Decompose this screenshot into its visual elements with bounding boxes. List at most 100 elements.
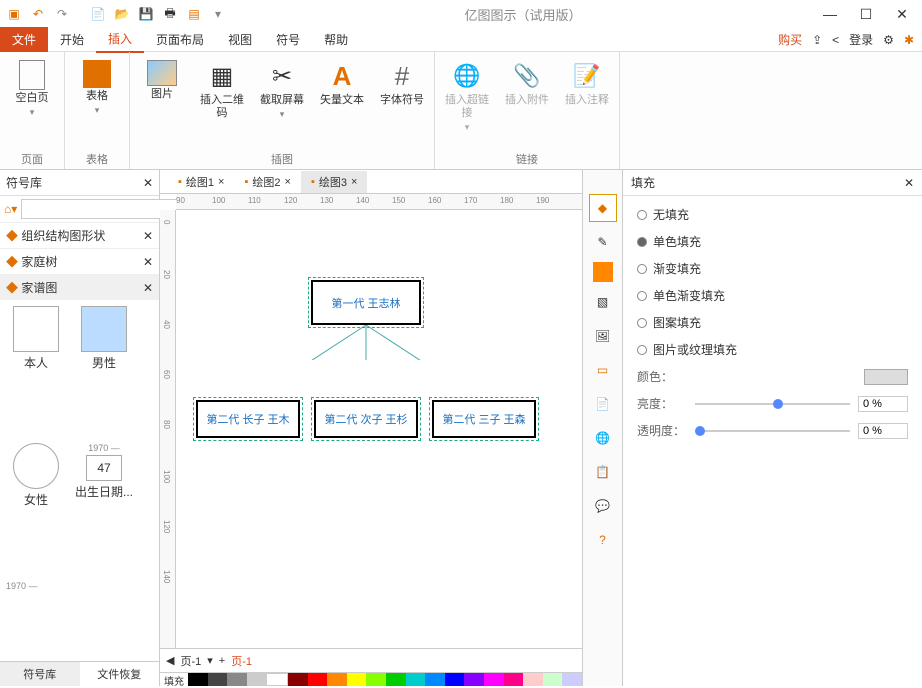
opacity-slider[interactable] [695,430,850,432]
char-button[interactable]: #字体符号 [378,60,426,107]
shape-female[interactable]: 女性 [6,443,66,572]
screenshot-button[interactable]: ✂截取屏幕▾ [258,60,306,120]
close-icon[interactable]: × [351,176,357,188]
hyperlink-button[interactable]: 🌐插入超链接▾ [443,60,491,133]
fill-panel-icon[interactable]: ◆ [589,194,617,222]
comment-panel-icon[interactable]: 💬 [589,492,617,520]
undo-icon[interactable]: ↶ [28,4,48,24]
tab-symbol[interactable]: 符号 [264,27,312,52]
node-c1[interactable]: 第二代 长子 王木 [196,400,300,438]
note-button[interactable]: 📝插入注释 [563,60,611,107]
attach-button[interactable]: 📎插入附件 [503,60,551,107]
fill-texture[interactable]: 图片或纹理填充 [637,341,908,358]
link-icon: 🌐 [451,60,483,92]
brightness-input[interactable] [858,396,908,412]
share-icon[interactable]: ⇪ [812,33,822,47]
prop-title: 填充 [631,174,655,191]
line-panel-icon[interactable]: ✎ [589,228,617,256]
fill-gradient[interactable]: 渐变填充 [637,260,908,277]
doc-tab-2[interactable]: ▪绘图2 × [234,171,300,193]
maximize-button[interactable]: ☐ [854,4,878,24]
qr-button[interactable]: ▦插入二维码 [198,60,246,120]
doc-panel-icon[interactable]: 📋 [589,458,617,486]
attach-icon: 📎 [511,60,543,92]
tab-layout[interactable]: 页面布局 [144,27,216,52]
page-prev-icon[interactable]: ◀ [166,654,174,667]
minimize-button[interactable]: — [818,4,842,24]
save-icon[interactable]: 💾 [136,4,156,24]
blank-page-button[interactable]: 空白页 ▾ [8,60,56,118]
share2-icon[interactable]: < [832,33,839,47]
shape-male[interactable]: 男性 [74,306,134,435]
text-icon: A [326,60,358,92]
export-icon[interactable]: ▤ [184,4,204,24]
ruler-vertical: 020406080100120140 [160,210,176,648]
vector-text-button[interactable]: A矢量文本 [318,60,366,107]
close-icon[interactable]: × [285,176,291,188]
close-button[interactable]: ✕ [890,4,914,24]
shape-self[interactable]: 本人 [6,306,66,435]
footer-recover[interactable]: 文件恢复 [80,662,160,686]
app-title: 亿图图示（试用版） [228,5,818,24]
image-panel-icon[interactable]: 🖼 [589,322,617,350]
color-bar[interactable]: 填充 [160,672,582,686]
text-panel-icon[interactable]: 📄 [589,390,617,418]
note-icon: 📝 [571,60,603,92]
color-panel-icon[interactable] [593,262,613,282]
help-panel-icon[interactable]: ? [589,526,617,554]
hash-icon: # [386,60,418,92]
page-label[interactable]: 页-1 [180,653,201,669]
color-picker[interactable] [864,369,908,385]
close-icon[interactable]: ✕ [904,176,914,190]
doc-tab-1[interactable]: ▪绘图1 × [168,171,234,193]
fill-pattern[interactable]: 图案填充 [637,314,908,331]
canvas[interactable]: 第一代 王志林 第二代 长子 王木 第二代 次子 王杉 第二代 三子 王森 [176,210,582,648]
fill-sgrad[interactable]: 单色渐变填充 [637,287,908,304]
layer-panel-icon[interactable]: ▭ [589,356,617,384]
login-link[interactable]: 登录 [849,31,873,48]
tab-help[interactable]: 帮助 [312,27,360,52]
gear-icon[interactable]: ⚙ [883,33,894,47]
page-next-icon[interactable]: ▾ [207,654,213,667]
tab-insert[interactable]: 插入 [96,26,144,53]
buy-link[interactable]: 购买 [778,31,802,48]
cat-family[interactable]: ◆ 家庭树✕ [0,248,159,274]
node-c2[interactable]: 第二代 次子 王杉 [314,400,418,438]
print-icon[interactable]: 🖶 [160,4,180,24]
footer-lib[interactable]: 符号库 [0,662,80,686]
blank-page-icon [19,60,45,90]
home-icon[interactable]: ⌂▾ [4,202,17,216]
redo-icon[interactable]: ↷ [52,4,72,24]
fill-none[interactable]: 无填充 [637,206,908,223]
symbol-lib-title: 符号库 [6,174,42,191]
logo-icon: ✱ [904,33,914,47]
page-current[interactable]: 页-1 [231,653,252,669]
tab-file[interactable]: 文件 [0,27,48,52]
ruler-horizontal: 90100110120130140150160170180190 [176,194,582,210]
table-icon [83,60,111,88]
crop-icon: ✂ [266,60,298,92]
tab-start[interactable]: 开始 [48,27,96,52]
node-c3[interactable]: 第二代 三子 王森 [432,400,536,438]
doc-tab-3[interactable]: ▪绘图3 × [301,171,367,193]
qr-icon: ▦ [206,60,238,92]
cat-org[interactable]: ◆ 组织结构图形状✕ [0,222,159,248]
add-page-icon[interactable]: + [219,655,225,667]
table-button[interactable]: 表格 ▾ [73,60,121,116]
more-icon[interactable]: ▾ [208,4,228,24]
cat-genealogy[interactable]: ◆ 家谱图✕ [0,274,159,300]
fill-solid[interactable]: 单色填充 [637,233,908,250]
globe-panel-icon[interactable]: 🌐 [589,424,617,452]
app-icon: ▣ [4,4,24,24]
open-icon[interactable]: 📂 [112,4,132,24]
shadow-panel-icon[interactable]: ▧ [589,288,617,316]
node-root[interactable]: 第一代 王志林 [311,280,421,325]
close-icon[interactable]: × [218,176,224,188]
close-icon[interactable]: ✕ [143,176,153,190]
new-icon[interactable]: 📄 [88,4,108,24]
opacity-input[interactable] [858,423,908,439]
brightness-slider[interactable] [695,403,850,405]
tab-view[interactable]: 视图 [216,27,264,52]
shape-birth[interactable]: 1970 — 47 出生日期... [74,443,134,572]
image-button[interactable]: 图片 [138,60,186,101]
